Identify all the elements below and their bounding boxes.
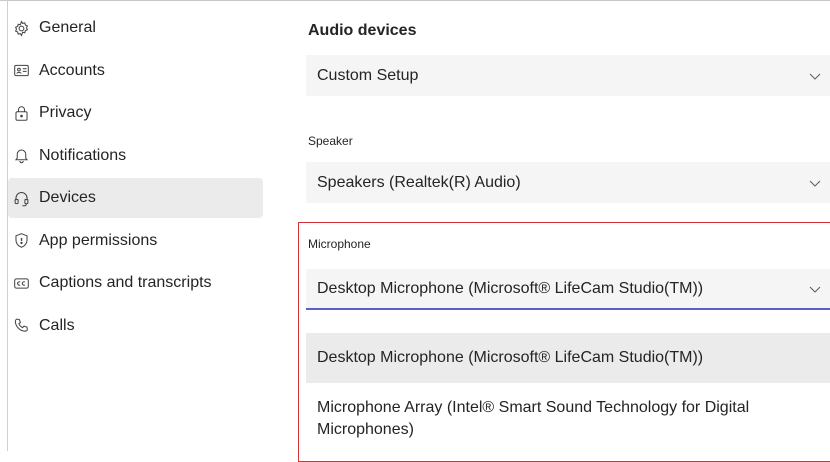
option-label: Desktop Microphone (Microsoft® LifeCam S…	[317, 349, 704, 366]
devices-settings-panel: Audio devices Custom Setup Speaker Speak…	[306, 0, 830, 451]
cc-icon	[12, 274, 30, 292]
sidebar-item-captions[interactable]: Captions and transcripts	[8, 263, 263, 303]
sidebar-item-label: Calls	[39, 316, 75, 334]
option-label: Microphone Array (Intel® Smart Sound Tec…	[317, 399, 750, 438]
chevron-down-icon	[808, 69, 822, 83]
settings-sidebar: General Accounts Privacy Notifications D…	[8, 8, 263, 348]
sidebar-item-privacy[interactable]: Privacy	[8, 93, 263, 133]
microphone-option[interactable]: Microphone Array (Intel® Smart Sound Tec…	[306, 383, 830, 441]
sidebar-item-label: Privacy	[39, 104, 92, 121]
headset-icon	[12, 189, 30, 207]
chevron-down-icon	[808, 282, 822, 296]
sidebar-item-app-permissions[interactable]: App permissions	[8, 221, 263, 261]
sidebar-item-label: Captions and transcripts	[39, 274, 212, 291]
microphone-label: Microphone	[308, 237, 371, 251]
sidebar-item-label: Devices	[39, 189, 96, 206]
sidebar-item-calls[interactable]: Calls	[8, 306, 263, 346]
sidebar-item-label: Notifications	[39, 146, 127, 164]
shield-icon	[12, 232, 30, 250]
speaker-label: Speaker	[308, 134, 353, 148]
sidebar-item-label: Accounts	[39, 61, 105, 79]
sidebar-item-general[interactable]: General	[8, 8, 263, 48]
microphone-options-list: Desktop Microphone (Microsoft® LifeCam S…	[306, 333, 830, 441]
microphone-option[interactable]: Desktop Microphone (Microsoft® LifeCam S…	[306, 333, 830, 383]
id-card-icon	[12, 62, 30, 80]
sidebar-item-label: General	[39, 19, 96, 36]
phone-icon	[12, 317, 30, 335]
sidebar-item-accounts[interactable]: Accounts	[8, 51, 263, 91]
microphone-dropdown[interactable]: Desktop Microphone (Microsoft® LifeCam S…	[306, 269, 830, 310]
speaker-value: Speakers (Realtek(R) Audio)	[317, 173, 521, 191]
sidebar-item-label: App permissions	[39, 231, 158, 249]
audio-setup-dropdown[interactable]: Custom Setup	[306, 55, 830, 96]
sidebar-item-notifications[interactable]: Notifications	[8, 136, 263, 176]
microphone-value: Desktop Microphone (Microsoft® LifeCam S…	[317, 279, 704, 297]
bell-icon	[12, 147, 30, 165]
audio-setup-value: Custom Setup	[317, 66, 419, 84]
gear-icon	[12, 19, 30, 37]
sidebar-item-devices[interactable]: Devices	[8, 178, 263, 218]
lock-icon	[12, 104, 30, 122]
chevron-down-icon	[808, 176, 822, 190]
speaker-dropdown[interactable]: Speakers (Realtek(R) Audio)	[306, 162, 830, 203]
section-title: Audio devices	[308, 22, 417, 39]
